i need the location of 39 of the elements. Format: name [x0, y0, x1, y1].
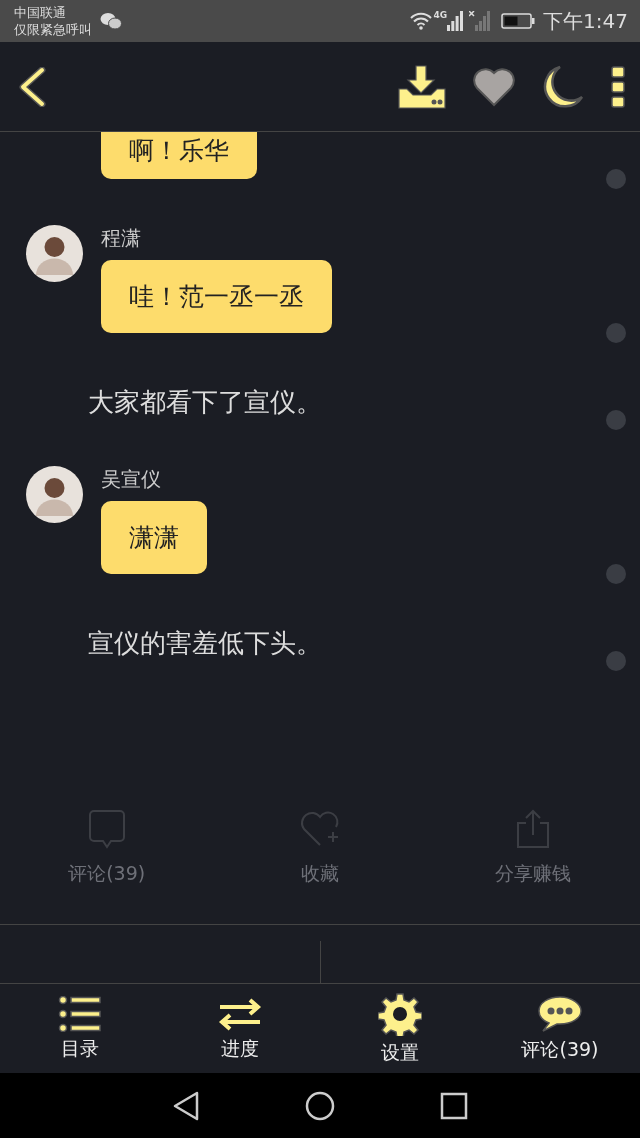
chat-bubble: 啊！乐华 [101, 132, 257, 179]
no-signal-icon [469, 11, 492, 31]
recents-icon[interactable] [439, 1091, 468, 1120]
narration-text: 大家都看下了宣仪。 [87, 386, 322, 419]
back-button[interactable] [18, 66, 46, 107]
nav-tab[interactable]: 进度 [160, 984, 320, 1073]
home-icon[interactable] [305, 1090, 335, 1121]
nav-tab[interactable]: 评论(39) [480, 984, 640, 1073]
sender-name: 程潇 [101, 225, 142, 252]
nav-tab[interactable]: 设置 [320, 984, 480, 1073]
sender-name: 吴宣仪 [101, 466, 162, 493]
back-icon[interactable] [172, 1090, 201, 1121]
timeline-dot [606, 410, 626, 430]
wifi-icon [409, 12, 434, 30]
timeline-dot [606, 323, 626, 343]
narration-text: 宣仪的害羞低下头。 [87, 627, 322, 660]
download-button[interactable] [398, 64, 446, 109]
battery-icon [501, 13, 536, 29]
timeline-dot [606, 651, 626, 671]
avatar [26, 225, 83, 282]
night-mode-button[interactable] [542, 64, 584, 109]
gear-icon [378, 991, 422, 1036]
chat-bubble: 潇潇 [101, 501, 207, 574]
favorite-button[interactable] [472, 66, 516, 107]
chat-app-icon [100, 12, 122, 30]
nav-tab[interactable]: 目录 [0, 984, 160, 1073]
network-type: 4G [433, 10, 448, 20]
carrier-name: 中国联通 [14, 4, 67, 21]
signal-icon [447, 11, 464, 31]
comment-icon [87, 809, 126, 849]
emergency-notice: 仅限紧急呼叫 [14, 21, 92, 38]
speech-bubble-icon [537, 994, 583, 1033]
list-icon [58, 995, 102, 1032]
chat-bubble: 哇！范一丞一丞 [101, 260, 332, 333]
timeline-dot [606, 169, 626, 189]
more-button[interactable] [610, 65, 626, 108]
avatar [26, 466, 83, 523]
timeline-dot [606, 564, 626, 584]
clock: 下午1:47 [543, 7, 628, 35]
